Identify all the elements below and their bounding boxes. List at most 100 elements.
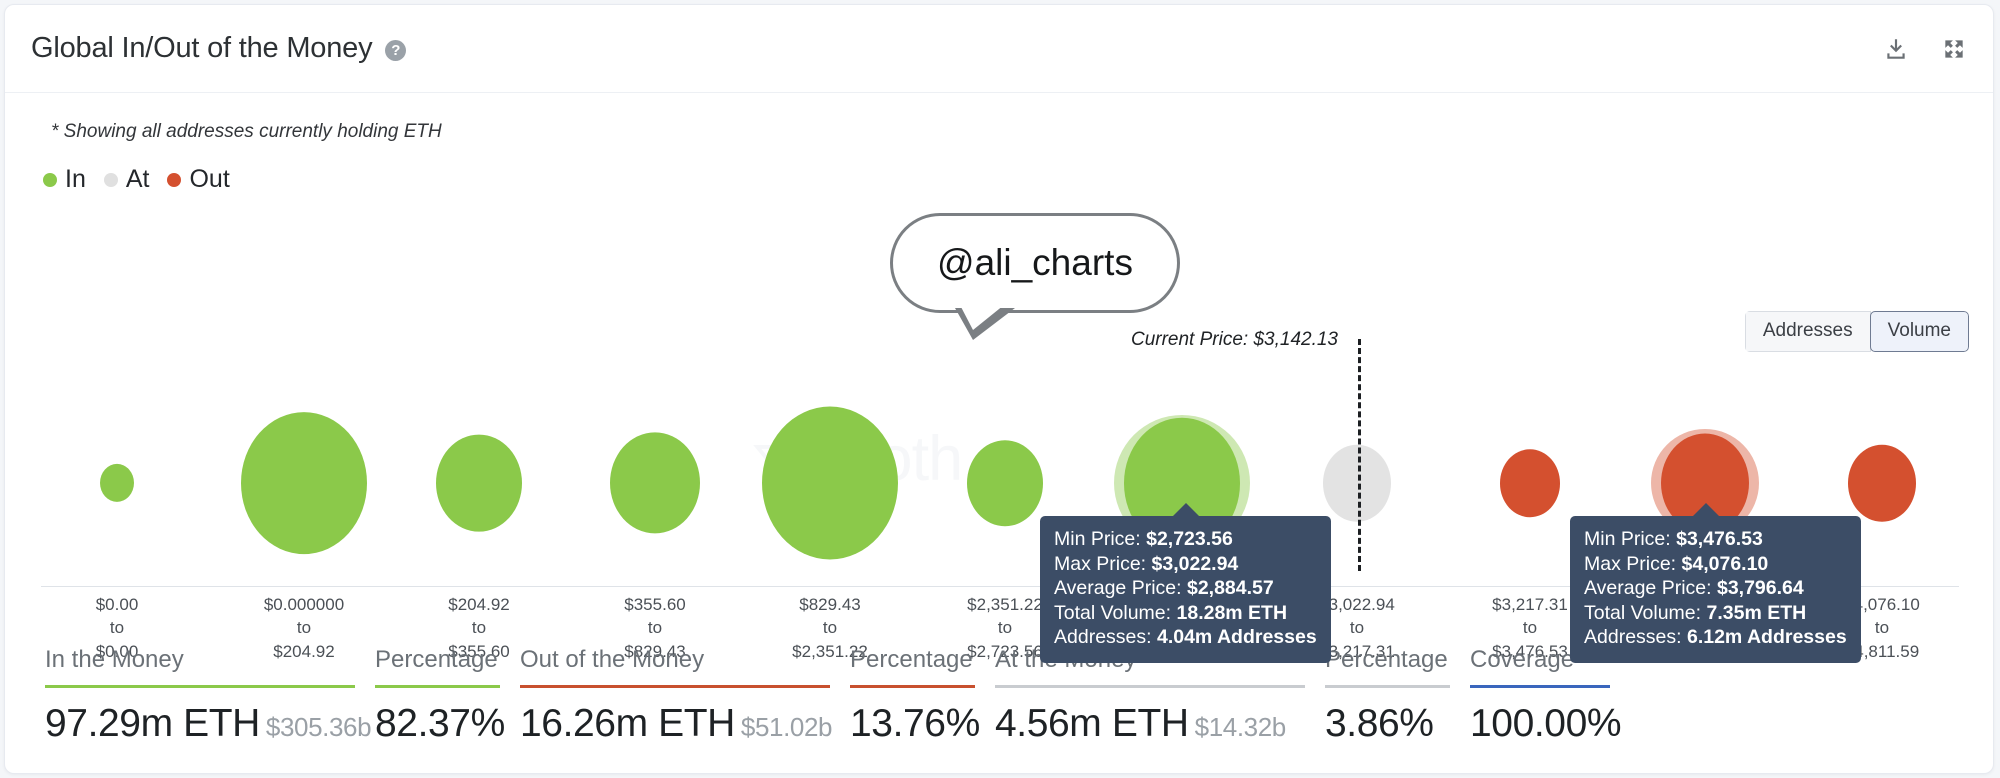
x-axis-label-line: to xyxy=(1522,618,1538,638)
current-price-label: Current Price: $3,142.13 xyxy=(1130,329,1338,350)
x-axis-label-line: $355.60 xyxy=(624,595,686,614)
header-actions xyxy=(1881,34,1969,64)
tooltip-total-volume-label: Total Volume: xyxy=(1054,601,1172,624)
legend-label-in: In xyxy=(65,165,86,193)
chart-note: * Showing all addresses currently holdin… xyxy=(51,121,442,142)
chart-bubble-out[interactable] xyxy=(1848,444,1916,522)
stat-label: Percentage xyxy=(375,646,498,673)
chart-legend: In At Out xyxy=(43,165,238,194)
x-axis-label-line: to xyxy=(109,618,125,638)
legend-dot-at xyxy=(103,172,118,187)
stat-label: Percentage xyxy=(1325,646,1448,673)
bubble-tooltip-in: Min Price: $2,723.56 Max Price: $3,022.9… xyxy=(1040,503,1331,663)
tooltip-average-price-label: Average Price: xyxy=(1584,577,1712,600)
stat-value: 97.29m ETH $305.36b xyxy=(45,702,372,745)
chart-bubble-in[interactable] xyxy=(241,412,367,554)
tooltip-arrow xyxy=(1172,503,1200,517)
x-axis-label-line: to xyxy=(647,618,663,638)
fullscreen-expand-icon[interactable] xyxy=(1939,34,1969,64)
legend-item-in[interactable]: In xyxy=(43,165,86,194)
tooltip-min-price-label: Min Price: xyxy=(1584,528,1671,550)
card-header: Global In/Out of the Money ? xyxy=(5,5,1993,93)
stat-label: Out of the Money xyxy=(520,646,705,673)
stat-underline xyxy=(45,685,355,688)
toggle-addresses-button[interactable]: Addresses xyxy=(1744,311,1871,352)
stat-value: 4.56m ETH $14.32b xyxy=(995,702,1287,745)
x-axis-label-line: to xyxy=(997,618,1013,638)
stat-block: In the Money 97.29m ETH $305.36b xyxy=(45,646,375,746)
stat-sub-value: $305.36b xyxy=(265,712,372,742)
stat-block: Percentage 82.37% xyxy=(375,646,520,746)
chart-bubble-at[interactable] xyxy=(1323,444,1391,522)
x-axis-label-line: $0.000000 xyxy=(263,595,345,614)
tooltip-addresses-value: 6.12m Addresses xyxy=(1686,626,1847,649)
tooltip-min-price-value: $2,723.56 xyxy=(1146,528,1233,550)
chart-bubble-out[interactable] xyxy=(1500,449,1560,517)
tooltip-max-price-label: Max Price: xyxy=(1054,552,1147,575)
chart-bubble-in[interactable] xyxy=(100,463,134,503)
x-axis-label-line: $0.00 xyxy=(95,595,139,614)
global-in-out-of-the-money-card: Global In/Out of the Money ? * Showing a… xyxy=(4,4,1994,774)
current-price-line xyxy=(1358,339,1361,571)
x-axis-label-line: to xyxy=(822,618,838,638)
tooltip-total-volume-label: Total Volume: xyxy=(1584,601,1702,624)
download-icon[interactable] xyxy=(1881,34,1911,64)
tooltip-addresses-label: Addresses: xyxy=(1054,626,1152,649)
legend-label-at: At xyxy=(125,165,150,193)
stat-value: 16.26m ETH $51.02b xyxy=(520,702,833,745)
tooltip-addresses-value: 4.04m Addresses xyxy=(1156,626,1317,649)
question-mark-icon[interactable]: ? xyxy=(385,40,407,61)
watermark-speech-bubble: @ali_charts xyxy=(890,213,1180,340)
page-title: Global In/Out of the Money xyxy=(31,32,373,64)
stat-sub-value: $14.32b xyxy=(1194,712,1287,742)
tooltip-max-price-value: $4,076.10 xyxy=(1681,552,1769,575)
watermark-handle: @ali_charts xyxy=(937,242,1133,283)
stat-underline xyxy=(1325,685,1450,688)
bubble-tooltip-out: Min Price: $3,476.53 Max Price: $4,076.1… xyxy=(1570,503,1861,663)
x-axis-label-line: $3,217.31 xyxy=(1492,595,1568,614)
card-body: * Showing all addresses currently holdin… xyxy=(5,93,1993,773)
stat-underline xyxy=(520,685,830,688)
stat-value: 82.37% xyxy=(375,702,505,745)
stat-block: Out of the Money 16.26m ETH $51.02b xyxy=(520,646,850,746)
x-axis-label-line: $2,351.22 xyxy=(967,595,1043,614)
legend-item-out[interactable]: Out xyxy=(167,165,230,194)
stat-underline xyxy=(995,685,1305,688)
stat-label: In the Money xyxy=(45,646,184,673)
stat-label: Percentage xyxy=(850,646,973,673)
stat-block: Percentage 3.86% xyxy=(1325,646,1470,746)
tooltip-addresses-label: Addresses: xyxy=(1584,626,1682,649)
legend-item-at[interactable]: At xyxy=(103,165,150,194)
chart-bubble-in[interactable] xyxy=(762,406,898,560)
x-axis-label-line: to xyxy=(296,618,312,638)
stat-sub-value: $51.02b xyxy=(740,712,833,742)
tooltip-max-price-value: $3,022.94 xyxy=(1151,552,1239,575)
stat-underline xyxy=(850,685,975,688)
x-axis-label-line: to xyxy=(471,618,487,638)
metric-toggle-group: Addresses Volume xyxy=(1744,311,1969,352)
tooltip-total-volume-value: 7.35m ETH xyxy=(1706,601,1807,624)
x-axis-label-line: $204.92 xyxy=(448,595,510,614)
chart-bubble-in[interactable] xyxy=(967,440,1043,526)
tooltip-average-price-label: Average Price: xyxy=(1054,577,1182,600)
tooltip-total-volume-value: 18.28m ETH xyxy=(1176,601,1288,624)
chart-bubble-in[interactable] xyxy=(436,434,522,532)
chart-bubble-in[interactable] xyxy=(610,432,700,534)
stat-underline xyxy=(1470,685,1610,688)
tooltip-arrow xyxy=(1692,503,1720,517)
legend-label-out: Out xyxy=(189,165,230,193)
stat-value: 3.86% xyxy=(1325,702,1434,745)
tooltip-average-price-value: $2,884.57 xyxy=(1186,577,1274,600)
stat-underline xyxy=(375,685,500,688)
legend-dot-out xyxy=(167,172,182,187)
stat-value: 100.00% xyxy=(1470,702,1622,745)
stat-block: Percentage 13.76% xyxy=(850,646,995,746)
tooltip-min-price-value: $3,476.53 xyxy=(1676,528,1763,550)
legend-dot-in xyxy=(43,172,57,187)
tooltip-average-price-value: $3,796.64 xyxy=(1716,577,1804,600)
stat-value: 13.76% xyxy=(850,702,980,745)
x-axis-label-line: $829.43 xyxy=(799,595,861,614)
toggle-volume-button[interactable]: Volume xyxy=(1869,311,1969,352)
speech-bubble-tail xyxy=(955,305,1015,340)
tooltip-min-price-label: Min Price: xyxy=(1054,528,1141,550)
